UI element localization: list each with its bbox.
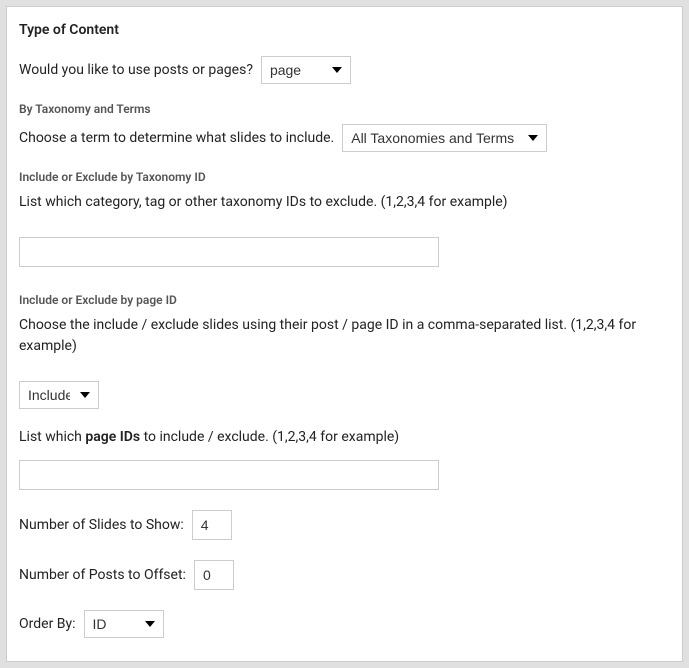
- posts-or-pages-select[interactable]: page: [261, 56, 351, 84]
- taxonomy-heading: By Taxonomy and Terms: [19, 102, 670, 116]
- order-by-select[interactable]: ID: [84, 610, 164, 638]
- slides-to-show-input[interactable]: [192, 510, 232, 540]
- page-id-heading: Include or Exclude by page ID: [19, 293, 670, 307]
- content-settings-panel: Type of Content Would you like to use po…: [6, 6, 683, 662]
- taxonomy-label: Choose a term to determine what slides t…: [19, 130, 334, 146]
- page-ids-list-label: List which page IDs to include / exclude…: [19, 427, 670, 448]
- slides-to-show-label: Number of Slides to Show:: [19, 517, 184, 533]
- taxonomy-row: Choose a term to determine what slides t…: [19, 124, 670, 152]
- slides-to-show-row: Number of Slides to Show:: [19, 510, 670, 540]
- panel-title: Type of Content: [19, 22, 670, 38]
- exclude-tax-desc: List which category, tag or other taxono…: [19, 192, 670, 213]
- posts-offset-row: Number of Posts to Offset:: [19, 560, 670, 590]
- page-id-desc: Choose the include / exclude slides usin…: [19, 315, 670, 357]
- include-exclude-select[interactable]: Include: [19, 381, 99, 409]
- posts-offset-input[interactable]: [194, 560, 234, 590]
- posts-or-pages-row: Would you like to use posts or pages? pa…: [19, 56, 670, 84]
- exclude-tax-input[interactable]: [19, 237, 439, 267]
- posts-or-pages-label: Would you like to use posts or pages?: [19, 62, 253, 78]
- exclude-tax-heading: Include or Exclude by Taxonomy ID: [19, 170, 670, 184]
- page-ids-input[interactable]: [19, 460, 439, 490]
- order-by-row: Order By: ID: [19, 610, 670, 638]
- taxonomy-select[interactable]: All Taxonomies and Terms: [342, 124, 547, 152]
- order-by-label: Order By:: [19, 616, 76, 632]
- posts-offset-label: Number of Posts to Offset:: [19, 567, 186, 583]
